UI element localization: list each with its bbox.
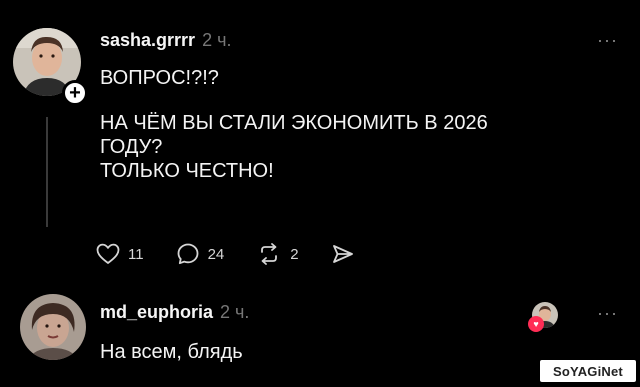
- post-text-line: ТОЛЬКО ЧЕСТНО!: [100, 160, 274, 182]
- like-count: 11: [128, 245, 144, 263]
- like-button[interactable]: 11: [96, 243, 144, 265]
- follow-plus-button[interactable]: +: [62, 80, 88, 106]
- heart-badge-icon: ♥: [528, 316, 544, 332]
- reply-header: md_euphoria 2 ч.: [100, 302, 249, 326]
- post-text-line: ГОДУ?: [100, 136, 163, 158]
- more-options-icon[interactable]: ···: [597, 31, 618, 49]
- post-body: ВОПРОС!?!? НА ЧЁМ ВЫ СТАЛИ ЭКОНОМИТЬ В 2…: [100, 66, 488, 183]
- post-actions: 11 24 2: [96, 240, 387, 268]
- reply-timestamp: 2 ч.: [220, 302, 250, 322]
- post-username[interactable]: sasha.grrrr: [100, 30, 195, 51]
- thread-post: + sasha.grrrr 2 ч. ··· ВОПРОС!?!? НА ЧЁМ…: [0, 0, 640, 280]
- post-timestamp: 2 ч.: [202, 30, 232, 50]
- reply-body: На всем, блядь: [100, 341, 243, 363]
- repost-count: 2: [290, 245, 299, 263]
- liked-by-author-indicator: ♥: [528, 302, 558, 332]
- comment-count: 24: [207, 245, 225, 263]
- send-icon: [332, 245, 353, 263]
- comment-button[interactable]: 24: [176, 242, 225, 266]
- watermark-logo: SoYAGiNet: [540, 360, 636, 382]
- reply-more-options-icon[interactable]: ···: [597, 304, 618, 322]
- heart-outline-icon: [96, 243, 120, 264]
- reply-author-avatar[interactable]: [20, 294, 86, 360]
- post-text-line: ВОПРОС!?!?: [100, 67, 219, 89]
- repost-icon: [261, 243, 278, 265]
- speech-bubble-icon: [177, 243, 198, 265]
- share-button[interactable]: [331, 243, 355, 265]
- repost-button[interactable]: 2: [256, 242, 299, 266]
- post-text-line: НА ЧЁМ ВЫ СТАЛИ ЭКОНОМИТЬ В 2026: [100, 112, 488, 134]
- thread-line: [46, 117, 48, 227]
- plus-icon: +: [69, 82, 81, 104]
- post-header: sasha.grrrr 2 ч.: [100, 30, 231, 54]
- reply-username[interactable]: md_euphoria: [100, 302, 213, 323]
